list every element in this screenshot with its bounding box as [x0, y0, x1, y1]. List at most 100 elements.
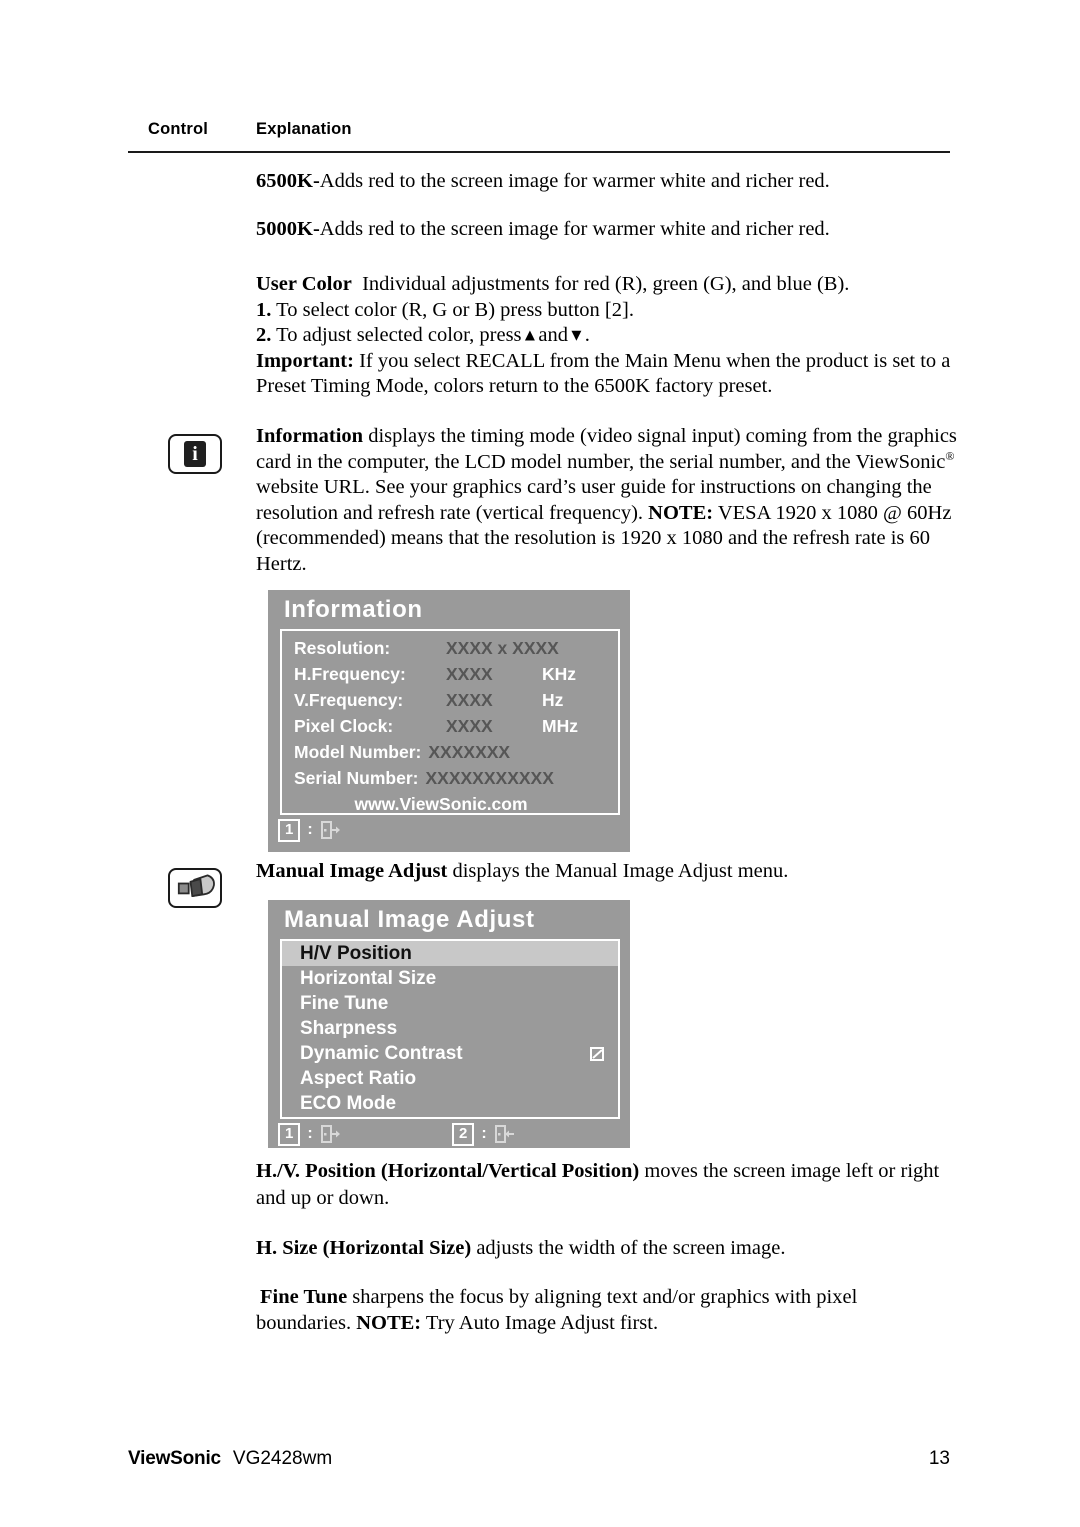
text-5000k: Adds red to the screen image for warmer … — [319, 218, 830, 240]
menu-item-fine-tune[interactable]: Fine Tune — [282, 991, 618, 1016]
exit-icon — [320, 821, 340, 839]
label-note-information: NOTE: — [648, 501, 714, 524]
osd-row-serial-number: Serial Number: XXXXXXXXXXX — [282, 765, 618, 791]
user-color-step-1: 1. To select color (R, G or B) press but… — [256, 298, 956, 324]
info-glyph: i — [184, 441, 206, 467]
menu-item-label: Horizontal Size — [300, 968, 437, 989]
osd-value: XXXXXXXXXXX — [425, 768, 554, 788]
user-color-step-2: 2. To adjust selected color, press▲and▼. — [256, 323, 956, 349]
step-2-number: 2. — [256, 324, 272, 346]
menu-item-horizontal-size[interactable]: Horizontal Size — [282, 966, 618, 991]
label-important: Important: — [256, 349, 354, 372]
key-button-1: 1 — [278, 818, 301, 842]
step-1-number: 1. — [256, 298, 272, 321]
label-manual-image-adjust: Manual Image Adjust — [256, 860, 448, 882]
key-hint-exit[interactable]: 1 : — [278, 1122, 342, 1146]
user-color-important: Important: If you select RECALL from the… — [256, 349, 956, 400]
footer-brand: ViewSonic — [128, 1448, 221, 1469]
dynamic-contrast-checkbox[interactable] — [590, 1046, 604, 1061]
label-information: Information — [256, 425, 364, 447]
key-hint-enter[interactable]: 2 : — [452, 1122, 516, 1146]
label-hv-position: H./V. Position (Horizontal/Vertical Posi… — [256, 1160, 640, 1182]
osd-value: XXXX — [446, 690, 493, 710]
osd-value: XXXX — [446, 664, 493, 684]
step-2-text-a: To adjust selected color, press — [276, 324, 522, 346]
menu-item-hv-position[interactable]: H/V Position — [282, 941, 618, 966]
osd-row-h-frequency: H.Frequency: XXXX KHz — [282, 661, 618, 687]
paragraph-fine-tune: Fine Tune sharpens the focus by aligning… — [256, 1285, 956, 1336]
osd-label: Resolution: — [294, 638, 391, 658]
menu-item-label: Aspect Ratio — [300, 1068, 417, 1089]
key-colon: : — [307, 1125, 313, 1142]
paragraph-information: Information displays the timing mode (vi… — [256, 424, 962, 577]
menu-item-eco-mode[interactable]: ECO Mode — [282, 1091, 618, 1116]
paragraph-manual-image-adjust: Manual Image Adjust displays the Manual … — [256, 858, 956, 885]
osd-unit: MHz — [542, 716, 578, 736]
text-manual-image-adjust: displays the Manual Image Adjust menu. — [452, 860, 789, 882]
osd-information-panel: Information Resolution: XXXX x XXXX H.Fr… — [268, 590, 630, 852]
manual-image-adjust-icon — [168, 868, 222, 908]
osd-manual-image-adjust-panel: Manual Image Adjust H/V Position Horizon… — [268, 900, 630, 1148]
text-user-color: Individual adjustments for red (R), gree… — [362, 273, 850, 295]
paragraph-5000k: 5000K-Adds red to the screen image for w… — [256, 216, 956, 243]
page-footer: ViewSonic VG2428wm 13 — [128, 1448, 950, 1470]
page-number: 13 — [928, 1448, 950, 1469]
enter-icon — [494, 1125, 514, 1143]
osd-value: XXXXXXX — [428, 742, 511, 762]
osd-label: Serial Number: — [294, 768, 419, 788]
triangle-up-icon: ▲ — [521, 325, 539, 345]
osd-information-title: Information — [284, 596, 423, 623]
osd-value: XXXX — [446, 716, 493, 736]
footer-model: VG2428wm — [232, 1448, 333, 1469]
key-colon: : — [481, 1125, 487, 1142]
user-color-line: User Color Individual adjustments for re… — [256, 272, 956, 298]
paragraph-user-color: User Color Individual adjustments for re… — [256, 272, 956, 400]
menu-item-dynamic-contrast[interactable]: Dynamic Contrast — [282, 1041, 618, 1066]
header-divider — [128, 151, 950, 153]
osd-row-v-frequency: V.Frequency: XXXX Hz — [282, 687, 618, 713]
menu-item-aspect-ratio[interactable]: Aspect Ratio — [282, 1066, 618, 1091]
menu-item-label: Fine Tune — [300, 993, 389, 1014]
label-6500k: 6500K- — [256, 170, 320, 192]
osd-row-resolution: Resolution: XXXX x XXXX — [282, 635, 618, 661]
osd-label: H.Frequency: — [294, 664, 406, 684]
menu-item-label: H/V Position — [300, 943, 412, 964]
information-icon: i — [168, 434, 222, 474]
column-header-explanation: Explanation — [256, 120, 352, 138]
label-5000k: 5000K- — [256, 218, 320, 240]
triangle-down-icon: ▼ — [567, 325, 585, 345]
text-6500k: Adds red to the screen image for warmer … — [319, 170, 830, 192]
osd-row-pixel-clock: Pixel Clock: XXXX MHz — [282, 713, 618, 739]
paragraph-h-size: H. Size (Horizontal Size) adjusts the wi… — [256, 1235, 956, 1262]
document-page: Control Explanation 6500K-Adds red to th… — [0, 0, 1080, 1527]
menu-item-label: ECO Mode — [300, 1093, 397, 1114]
menu-item-label: Dynamic Contrast — [300, 1043, 463, 1064]
osd-unit: KHz — [542, 664, 577, 684]
step-2-text-c: . — [584, 324, 590, 346]
menu-item-sharpness[interactable]: Sharpness — [282, 1016, 618, 1041]
key-colon: : — [307, 821, 313, 838]
osd-label: V.Frequency: — [294, 690, 404, 710]
column-header-control: Control — [148, 120, 209, 138]
osd-row-model-number: Model Number: XXXXXXX — [282, 739, 618, 765]
label-user-color: User Color — [256, 273, 352, 295]
text-h-size: adjusts the width of the screen image. — [476, 1237, 786, 1259]
step-2-text-b: and — [538, 324, 568, 346]
label-note-fine-tune: NOTE: — [356, 1311, 422, 1334]
label-fine-tune: Fine Tune — [260, 1286, 348, 1308]
osd-label: Model Number: — [294, 742, 422, 762]
exit-icon — [320, 1125, 340, 1143]
registered-mark: ® — [945, 448, 955, 463]
osd-unit: Hz — [542, 690, 564, 710]
osd-manual-footer: 1 : 2 : — [268, 1119, 630, 1149]
paragraph-6500k: 6500K-Adds red to the screen image for w… — [256, 168, 956, 195]
paragraph-hv-position: H./V. Position (Horizontal/Vertical Posi… — [256, 1158, 956, 1211]
text-important: If you select RECALL from the Main Menu … — [256, 349, 951, 398]
osd-manual-menu-list: H/V Position Horizontal Size Fine Tune S… — [280, 939, 620, 1119]
osd-website-url: www.ViewSonic.com — [354, 794, 528, 814]
wrench-icon — [177, 874, 215, 897]
key-hint-exit[interactable]: 1 : — [278, 818, 342, 842]
menu-item-label: Sharpness — [300, 1018, 398, 1039]
osd-information-footer: 1 : — [268, 815, 630, 845]
key-button-1: 1 — [278, 1122, 301, 1146]
